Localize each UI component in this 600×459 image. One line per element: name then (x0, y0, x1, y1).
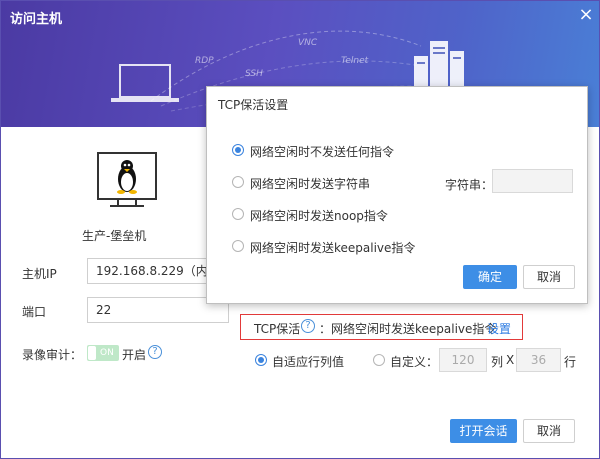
columns-unit: 列 (491, 355, 504, 369)
rows-input[interactable]: 36 (516, 348, 561, 372)
server-icon (406, 41, 472, 92)
tcp-help-icon[interactable]: ? (301, 319, 315, 333)
rows-unit: 行 (564, 355, 577, 369)
tcp-keepalive-description: ：网络空闲时发送keepalive指令 (319, 322, 497, 336)
option-radio-none[interactable] (232, 144, 244, 156)
custom-size-label: 自定义： (390, 355, 439, 369)
dialog-title: TCP保活设置 (218, 98, 289, 112)
option-radio-string[interactable] (232, 176, 244, 188)
help-icon[interactable]: ? (148, 345, 162, 359)
window-title: 访问主机 (10, 12, 63, 27)
custom-size-radio[interactable] (373, 354, 385, 366)
close-icon[interactable]: × (577, 6, 595, 24)
port-label: 端口 (22, 305, 47, 319)
option-radio-noop[interactable] (232, 208, 244, 220)
option-label: 网络空闲时发送keepalive指令 (250, 241, 416, 255)
columns-input[interactable]: 120 (439, 348, 487, 372)
toggle-knob (88, 346, 96, 360)
cancel-button[interactable]: 取消 (523, 419, 575, 443)
protocol-label: Telnet (341, 56, 369, 66)
option-label: 网络空闲时发送noop指令 (250, 209, 388, 223)
laptop-icon (111, 64, 179, 102)
times-sign: X (506, 353, 515, 367)
open-session-button[interactable]: 打开会话 (450, 419, 517, 443)
record-label: 录像审计： (22, 348, 83, 362)
confirm-button[interactable]: 确定 (463, 265, 517, 289)
protocol-label: SSH (245, 69, 263, 79)
option-label: 网络空闲时发送字符串 (250, 177, 371, 191)
string-label: 字符串： (445, 178, 494, 192)
tcp-keepalive-label: TCP保活 (254, 322, 301, 336)
ip-label: 主机IP (22, 267, 57, 281)
option-label: 网络空闲时不发送任何指令 (250, 145, 395, 159)
protocol-label: RDP (195, 56, 214, 66)
toggle-on-text: ON (100, 348, 114, 358)
auto-size-radio[interactable] (255, 354, 267, 366)
protocol-label: VNC (298, 38, 318, 48)
string-input[interactable] (492, 169, 573, 193)
record-toggle[interactable]: ON (87, 345, 119, 361)
access-host-window: RDP VNC SSH Telnet 访问主机 × 生产-堡垒机 主机IP 19… (0, 0, 600, 459)
tcp-keepalive-dialog: TCP保活设置 网络空闲时不发送任何指令 网络空闲时发送字符串 字符串： 网络空… (206, 86, 588, 304)
monitor-base (110, 205, 144, 207)
penguin-icon (117, 160, 137, 194)
host-name: 生产-堡垒机 (82, 229, 147, 243)
linux-host-icon (97, 152, 157, 200)
auto-size-label: 自适应行列值 (272, 355, 345, 369)
record-state: 开启 (122, 348, 147, 362)
dialog-cancel-button[interactable]: 取消 (523, 265, 575, 289)
option-radio-keepalive[interactable] (232, 240, 244, 252)
tcp-settings-link[interactable]: 设置 (487, 320, 511, 337)
